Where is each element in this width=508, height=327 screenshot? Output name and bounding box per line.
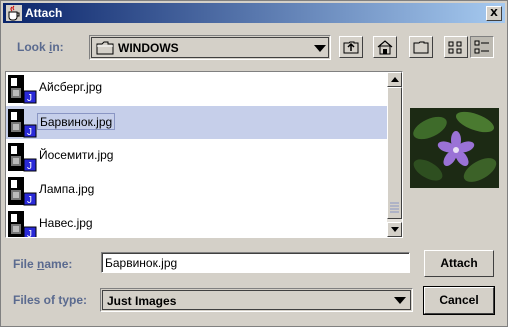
file-name-label-post: ame: [44, 257, 73, 271]
home-button[interactable] [373, 36, 397, 58]
file-name: Лампа.jpg [39, 182, 95, 196]
scroll-down-button[interactable] [387, 222, 402, 237]
files-of-type-combobox[interactable]: Just Images [100, 288, 413, 312]
svg-text:J: J [27, 161, 32, 172]
file-name: Навес.jpg [39, 216, 93, 230]
java-file-icon: J [8, 75, 37, 104]
list-view-icon [448, 41, 462, 54]
svg-text:J: J [27, 195, 32, 206]
details-view-icon [474, 40, 489, 54]
up-folder-icon [343, 41, 359, 54]
java-file-icon: J [8, 143, 37, 172]
java-file-icon: J [8, 109, 37, 138]
title-bar[interactable]: Attach X [3, 3, 505, 23]
home-icon [377, 40, 393, 55]
file-name-value: Барвинок.jpg [105, 256, 178, 270]
new-folder-button[interactable] [409, 36, 433, 58]
cancel-button[interactable]: Cancel [423, 286, 495, 315]
look-in-label: Look in: [17, 40, 64, 54]
java-file-icon: J [8, 211, 37, 238]
attach-button[interactable]: Attach [424, 250, 494, 277]
file-name-label-pre: File [13, 257, 38, 271]
file-name: Айсберг.jpg [39, 80, 103, 94]
svg-text:J: J [27, 127, 32, 138]
file-name: Йосемити.jpg [39, 148, 114, 162]
attach-button-label: Attach [440, 256, 478, 270]
files-of-type-value: Just Images [107, 294, 177, 308]
close-button[interactable]: X [486, 6, 502, 21]
file-name-input[interactable]: Барвинок.jpg [101, 252, 410, 273]
look-in-combobox[interactable]: WINDOWS [89, 35, 331, 60]
folder-icon [96, 41, 114, 55]
file-name-label: File name: [13, 257, 72, 271]
look-in-value: WINDOWS [118, 41, 179, 55]
window-title: Attach [25, 6, 63, 20]
arrow-down-icon [391, 227, 399, 232]
file-list-item[interactable]: J Лампа.jpg [6, 174, 388, 207]
vertical-scrollbar[interactable] [387, 72, 402, 237]
chevron-down-icon[interactable] [314, 45, 326, 52]
arrow-up-icon [391, 77, 399, 82]
svg-text:J: J [27, 93, 32, 104]
chevron-down-icon[interactable] [394, 297, 406, 304]
image-preview [410, 108, 499, 188]
new-folder-icon [413, 41, 429, 54]
scroll-up-button[interactable] [387, 72, 402, 87]
file-list[interactable]: J Айсберг.jpg J Барвинок.jpg J Йосемити.… [5, 71, 403, 238]
file-list-item[interactable]: J Барвинок.jpg [6, 106, 388, 139]
file-list-item[interactable]: J Йосемити.jpg [6, 140, 388, 173]
grip-icon [390, 202, 399, 213]
details-view-button[interactable] [470, 36, 494, 58]
attach-dialog: Attach X Look in: WINDOWS J Айсберг.jpg … [0, 0, 508, 327]
focus-ring [423, 286, 495, 315]
look-in-label-post: n: [52, 40, 64, 54]
files-of-type-label: Files of type: [13, 293, 88, 307]
list-view-button[interactable] [444, 36, 468, 58]
scroll-thumb[interactable] [387, 87, 402, 219]
file-list-item[interactable]: J Айсберг.jpg [6, 72, 388, 105]
up-one-level-button[interactable] [339, 36, 363, 58]
file-name: Барвинок.jpg [37, 113, 116, 130]
java-file-icon: J [8, 177, 37, 206]
file-list-item[interactable]: J Навес.jpg [6, 208, 388, 238]
java-cup-icon [6, 5, 22, 21]
look-in-label-pre: Look [17, 40, 49, 54]
close-icon: X [490, 8, 498, 19]
svg-text:J: J [27, 229, 32, 238]
